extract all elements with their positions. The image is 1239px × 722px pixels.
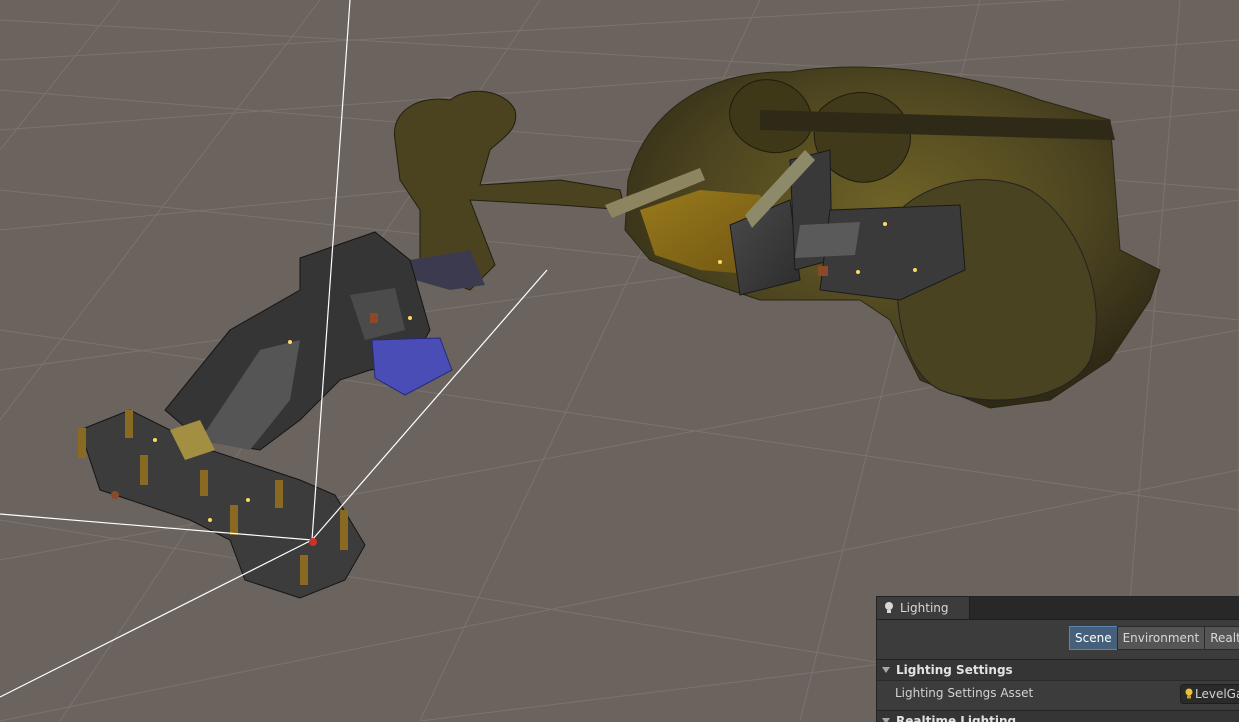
lighting-settings-asset-value: LevelGameLighting [1195,687,1239,701]
lighting-settings-icon [1185,688,1193,699]
camera-icon[interactable] [309,538,317,546]
cave-model[interactable] [624,66,1161,409]
foldout-arrow-icon [882,667,890,673]
foldout-arrow-icon [882,718,890,722]
lighting-settings-asset-field[interactable]: LevelGameLighting [1180,684,1239,704]
lighting-settings-foldout[interactable]: Lighting Settings [877,659,1239,681]
lighting-window-tabbar: Lighting [877,597,1239,620]
lighting-mode-toolbar: Scene Environment Realtime Lighting [1069,626,1239,650]
tab-environment[interactable]: Environment [1116,626,1206,650]
lighting-settings-header: Lighting Settings [896,663,1013,677]
tab-scene[interactable]: Scene [1069,626,1118,650]
tab-realtime-lighting[interactable]: Realtime Lighting [1204,626,1239,650]
realtime-lighting-foldout[interactable]: Realtime Lighting [877,710,1239,722]
lightbulb-icon [885,602,893,613]
lighting-window-title: Lighting [900,601,949,615]
lighting-settings-asset-label: Lighting Settings Asset [895,686,1034,700]
tab-lighting[interactable]: Lighting [877,597,970,619]
lighting-settings-asset-row: Lighting Settings Asset LevelGameLightin… [877,683,1239,704]
lighting-window: Lighting Scene Environment Realtime Ligh… [876,596,1239,722]
